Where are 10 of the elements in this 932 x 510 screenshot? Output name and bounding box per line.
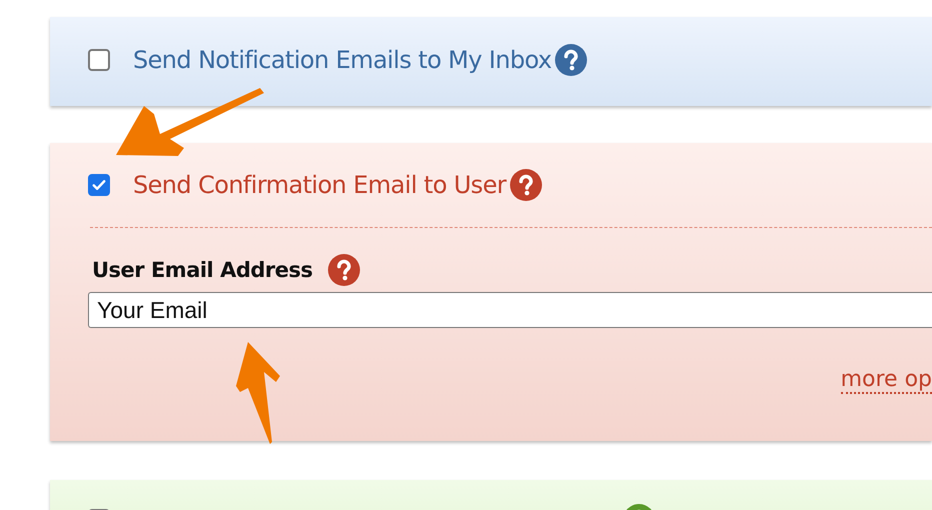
field-label: User Email Address <box>92 258 312 282</box>
more-options-link[interactable]: more op <box>840 368 932 394</box>
checkbox[interactable] <box>88 49 110 71</box>
section-title[interactable]: Send Confirmation Email to User <box>133 171 506 199</box>
help-icon[interactable] <box>328 254 360 286</box>
help-icon[interactable] <box>510 169 542 201</box>
help-icon[interactable] <box>555 44 588 76</box>
section-title[interactable]: Send Notification Emails to My Inbox <box>133 46 552 74</box>
checkbox[interactable] <box>88 174 110 196</box>
email-input-field[interactable]: Your Email <box>88 292 932 328</box>
